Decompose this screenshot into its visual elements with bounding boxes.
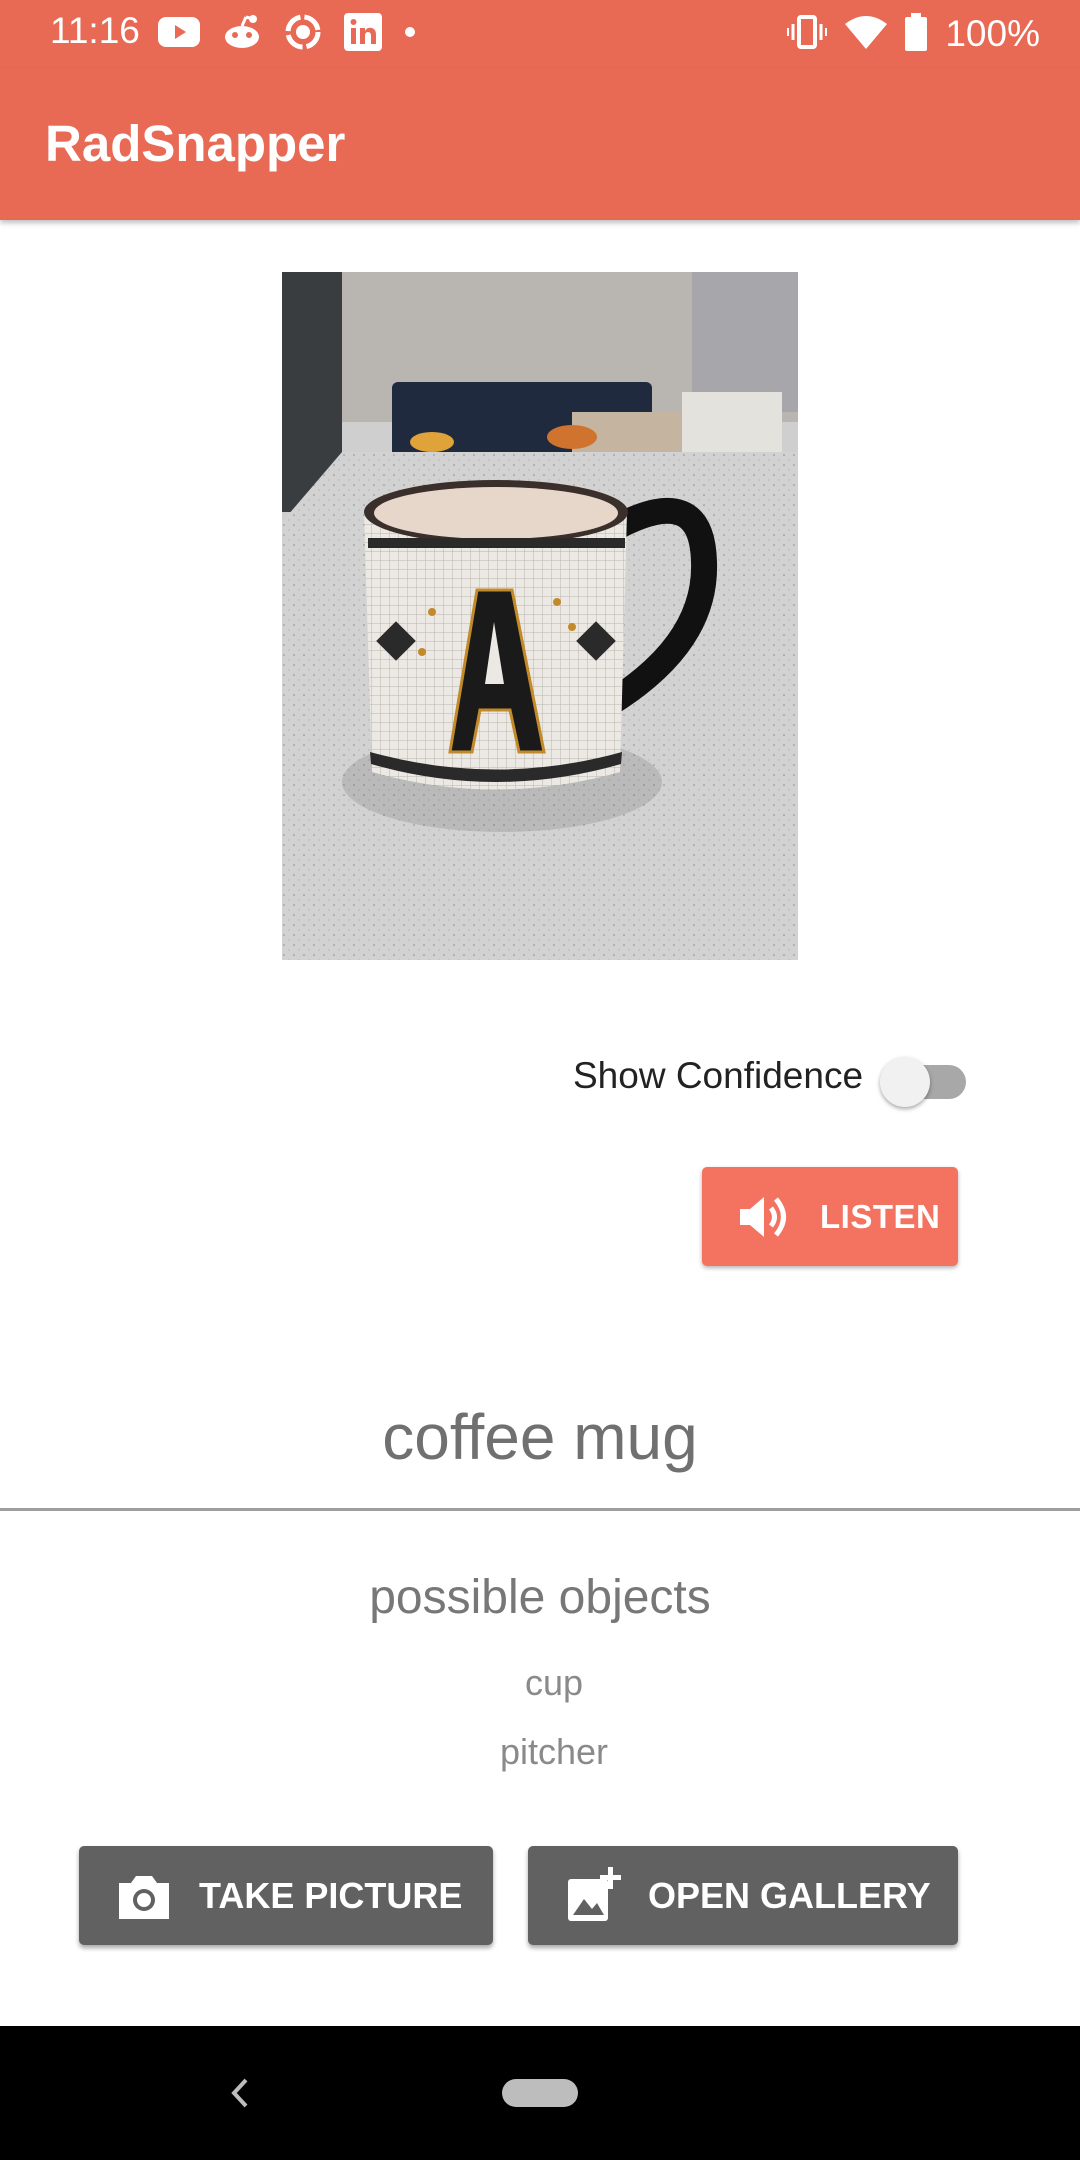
dot-icon <box>404 25 416 43</box>
show-confidence-label: Show Confidence <box>573 1055 864 1096</box>
listen-label: LISTEN <box>820 1197 941 1235</box>
system-icons: 100% <box>787 10 1040 58</box>
battery-icon <box>905 12 928 56</box>
circle-target-icon <box>284 13 322 56</box>
navigation-bar <box>0 2026 1080 2160</box>
possible-objects-title: possible objects <box>369 1571 711 1624</box>
divider <box>0 1508 1080 1511</box>
app-bar: RadSnapper <box>0 68 1080 220</box>
linkedin-icon <box>344 12 382 56</box>
youtube-icon <box>158 16 200 52</box>
add-photo-icon <box>564 1866 622 1925</box>
speaker-icon <box>736 1189 792 1245</box>
take-picture-label: TAKE PICTURE <box>199 1874 463 1916</box>
camera-icon <box>115 1867 173 1925</box>
captured-photo <box>282 272 798 960</box>
reddit-icon <box>222 14 262 55</box>
back-icon[interactable] <box>222 2070 258 2116</box>
status-bar: 11:16 100% <box>0 0 1080 68</box>
wifi-icon <box>845 15 888 54</box>
notification-icons <box>158 12 416 56</box>
vibrate-icon <box>787 14 828 55</box>
show-confidence-switch[interactable] <box>880 1057 968 1107</box>
battery-percent: 100% <box>945 13 1040 54</box>
status-time: 11:16 <box>50 10 140 51</box>
top-prediction: coffee mug <box>382 1401 698 1473</box>
home-pill-icon[interactable] <box>502 2079 578 2107</box>
possible-object-item: cup <box>524 1662 584 1703</box>
listen-button[interactable]: LISTEN <box>702 1167 958 1266</box>
switch-thumb <box>880 1057 930 1107</box>
open-gallery-button[interactable]: OPEN GALLERY <box>528 1846 958 1945</box>
possible-object-item: pitcher <box>499 1731 609 1772</box>
app-title: RadSnapper <box>45 115 346 172</box>
take-picture-button[interactable]: TAKE PICTURE <box>79 1846 493 1945</box>
open-gallery-label: OPEN GALLERY <box>648 1874 931 1916</box>
